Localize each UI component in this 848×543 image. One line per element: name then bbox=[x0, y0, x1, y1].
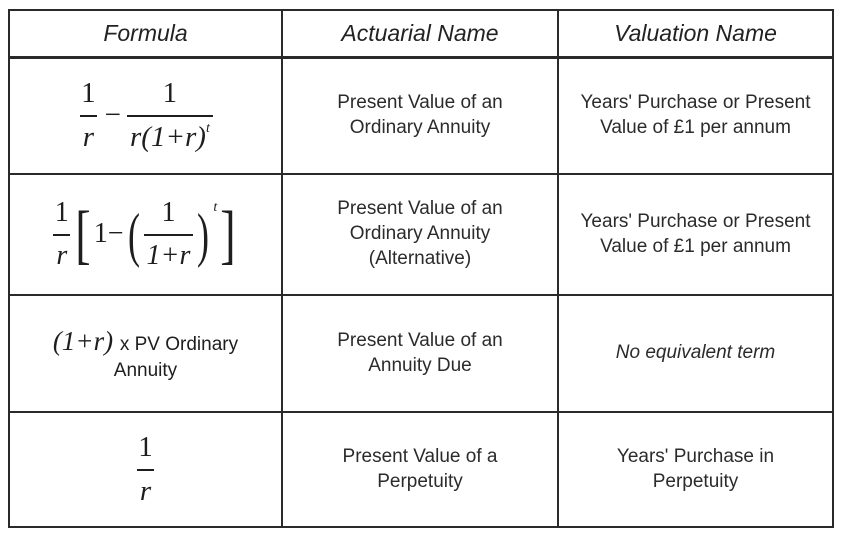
formula-text: x PV Ordinary bbox=[119, 333, 239, 355]
denominator: r bbox=[53, 233, 71, 274]
actuarial-name-cell: Present Value of a Perpetuity bbox=[283, 413, 557, 526]
numerator: 1 bbox=[138, 430, 153, 463]
numerator: 1 bbox=[162, 77, 178, 110]
denominator: r bbox=[79, 115, 98, 157]
formula-text: Annuity bbox=[113, 359, 178, 381]
formula-perpetuity: 1r bbox=[10, 413, 281, 526]
valuation-name-cell: Years' Purchase or Present Value of £1 p… bbox=[559, 175, 832, 294]
numerator: 1 bbox=[81, 77, 96, 110]
valuation-name-cell: No equivalent term bbox=[559, 296, 832, 411]
valuation-name: Years' Purchase or Present Value of £1 p… bbox=[580, 210, 811, 257]
formula-annuity-due: (1+r) x PV Ordinary Annuity bbox=[10, 296, 281, 411]
exponent: t bbox=[213, 200, 218, 216]
formula-table: Formula Actuarial Name Valuation Name 1r… bbox=[0, 0, 848, 543]
numerator: 1 bbox=[161, 197, 176, 229]
actuarial-name: Present Value of an Ordinary Annuity (Al… bbox=[337, 198, 503, 269]
minus-sign: − bbox=[104, 99, 121, 132]
actuarial-name: Present Value of an Annuity Due bbox=[337, 329, 503, 376]
actuarial-name: Present Value of a Perpetuity bbox=[342, 445, 498, 492]
header-actuarial-name: Actuarial Name bbox=[341, 19, 499, 46]
table-border-right bbox=[832, 9, 834, 528]
header-formula: Formula bbox=[103, 19, 188, 46]
valuation-name-cell: Years' Purchase or Present Value of £1 p… bbox=[559, 59, 832, 173]
actuarial-name: Present Value of an Ordinary Annuity bbox=[337, 92, 503, 138]
denominator: r(1+r) bbox=[130, 121, 206, 153]
actuarial-name-cell: Present Value of an Annuity Due bbox=[283, 296, 557, 411]
valuation-name: Years' Purchase or Present Value of £1 p… bbox=[580, 92, 811, 138]
right-paren: ) bbox=[197, 201, 210, 268]
one-minus: 1− bbox=[93, 218, 124, 250]
valuation-name: Years' Purchase in Perpetuity bbox=[616, 445, 775, 492]
right-bracket: ] bbox=[220, 197, 236, 271]
left-paren: ( bbox=[127, 201, 140, 268]
formula-ordinary-annuity: 1 r − 1 r(1+r)t bbox=[10, 59, 281, 173]
table-border-bottom bbox=[8, 526, 834, 528]
left-bracket: [ bbox=[75, 197, 91, 271]
valuation-name: No equivalent term bbox=[615, 342, 776, 364]
header-valuation-name: Valuation Name bbox=[614, 19, 777, 46]
denominator: r bbox=[136, 468, 155, 511]
denominator: 1+r bbox=[143, 233, 194, 274]
formula-ordinary-annuity-alt: 1 r [ 1− ( 1 1+r ) t ] bbox=[10, 175, 281, 294]
valuation-name-cell: Years' Purchase in Perpetuity bbox=[559, 413, 832, 526]
actuarial-name-cell: Present Value of an Ordinary Annuity (Al… bbox=[283, 175, 557, 294]
growth-factor: (1+r) bbox=[52, 325, 114, 356]
numerator: 1 bbox=[54, 197, 69, 229]
actuarial-name-cell: Present Value of an Ordinary Annuity bbox=[283, 59, 557, 173]
exponent: t bbox=[205, 121, 210, 136]
